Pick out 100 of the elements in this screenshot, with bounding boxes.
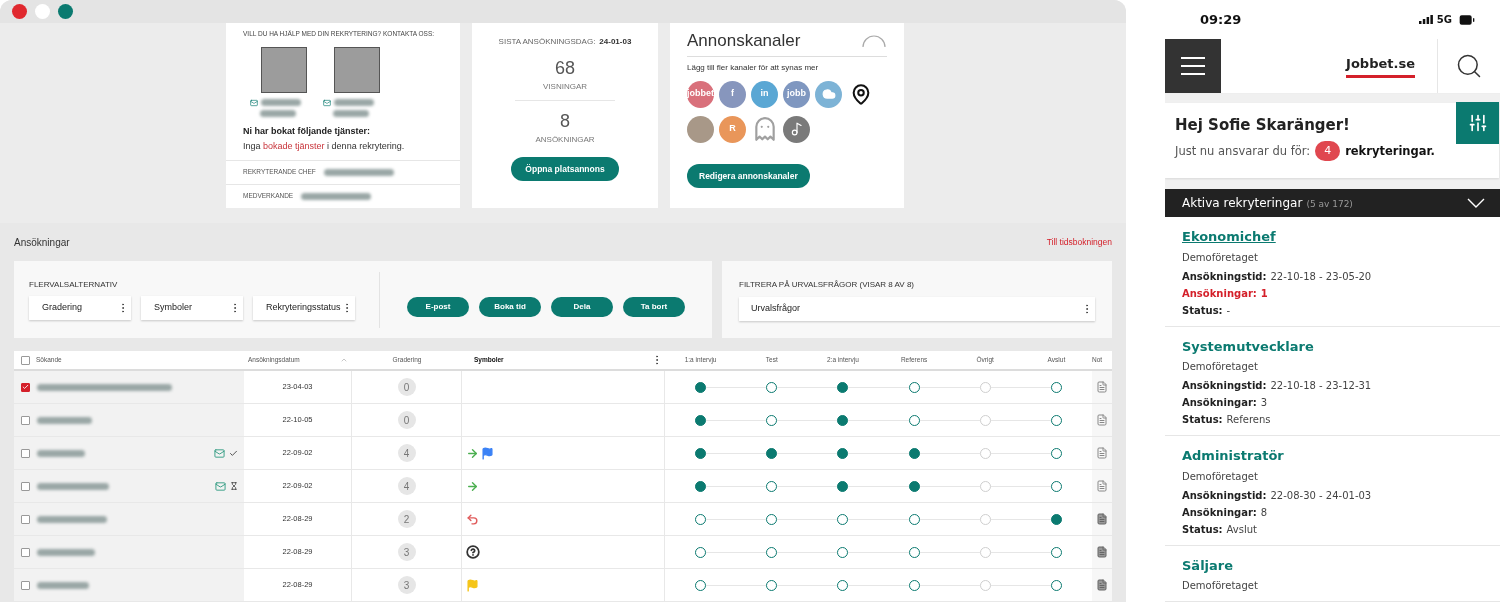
stat-label: VISNINGAR [543, 81, 587, 93]
section-label: FLERVALSALTERNATIV [29, 279, 119, 291]
grade-badge: 0 [397, 411, 416, 429]
list-count: (5 av 172) [1306, 197, 1353, 211]
blurred-text [260, 109, 296, 117]
row-checkbox[interactable] [21, 580, 30, 590]
mail-icon [250, 98, 258, 107]
field-label: Ansökningar: [1182, 505, 1257, 520]
menu-icon [1181, 56, 1205, 75]
maximize-window-button[interactable] [58, 4, 73, 19]
field-value: Referens [1226, 413, 1271, 427]
network-label: 5G [1436, 13, 1452, 27]
select-all-checkbox[interactable] [21, 355, 30, 365]
note-icon[interactable] [1096, 579, 1108, 591]
chevron-down-icon [1467, 197, 1485, 208]
field-label: Status: [1182, 303, 1223, 318]
count-badge: 4 [1315, 141, 1341, 162]
action-button[interactable]: Dela [551, 296, 613, 317]
photo-placeholder [334, 46, 380, 93]
action-button[interactable]: Ta bort [623, 296, 685, 317]
blurred-text [261, 99, 301, 107]
list-title: Aktiva rekryteringar [1182, 194, 1303, 212]
photo-placeholder[interactable] [687, 115, 714, 143]
greeting-text: Just nu ansvarar du för: [1175, 142, 1311, 160]
card-title: Annonskanaler [687, 30, 801, 52]
row-checkbox[interactable] [21, 415, 30, 425]
booking-link[interactable]: Till tidsbokningen [1046, 235, 1112, 249]
sliders-icon [1467, 112, 1488, 133]
stat-label: ANSÖKNINGAR [535, 134, 595, 146]
blurred-text [37, 416, 92, 424]
questions-dropdown[interactable]: Urvalsfrågor [739, 296, 1095, 321]
grade-badge: 2 [397, 510, 416, 528]
action-button[interactable]: E-post [407, 296, 469, 317]
section-label: FILTRERA PÅ URVALSFRÅGOR (VISAR 8 AV 8) [739, 278, 915, 291]
field-value: 22-10-18 - 23-12-31 [1270, 379, 1372, 393]
field-label: Status: [1182, 522, 1223, 537]
edit-channels-button[interactable]: Redigera annonskanaler [687, 164, 810, 188]
site-logo[interactable]: Jobbet.se [1346, 53, 1415, 79]
field-label: Ansökningar: [1182, 396, 1257, 410]
company-name: Demoföretaget [1182, 469, 1259, 484]
dropdown[interactable]: Rekryteringsstatus [253, 296, 355, 320]
greeting-suffix: rekryteringar. [1345, 142, 1435, 160]
action-button[interactable]: Boka tid [479, 296, 541, 317]
note-icon[interactable] [1096, 381, 1108, 393]
cloud-glyph-icon [821, 87, 836, 101]
greeting-title: Hej Sofie Skaränger! [1175, 114, 1350, 136]
filter-settings-button[interactable] [1456, 101, 1499, 144]
grade-badge: 3 [397, 543, 416, 561]
blurred-text [333, 109, 369, 117]
blurred-text [37, 581, 89, 589]
recruitment-title[interactable]: Säljare [1182, 555, 1234, 575]
field-value: 22-10-18 - 23-05-20 [1270, 269, 1372, 284]
grade-badge: 3 [397, 576, 416, 594]
gauge-icon [861, 34, 887, 47]
dropdown[interactable]: Symboler [141, 296, 243, 320]
field-label: Ansökningstid: [1182, 269, 1267, 284]
note-icon[interactable] [1096, 414, 1108, 426]
recruitment-title[interactable]: Administratör [1182, 446, 1284, 466]
recruitment-title[interactable]: Systemutvecklare [1182, 336, 1314, 356]
note-icon[interactable] [1096, 546, 1108, 558]
services-text: Inga bokade tjänster i denna rekrytering. [243, 140, 406, 154]
row-checkbox[interactable] [21, 514, 30, 524]
blurred-text [37, 548, 95, 556]
field-label: Ansökningstid: [1182, 488, 1267, 503]
field-value: 8 [1260, 505, 1268, 520]
field-value: Avslut [1226, 522, 1257, 537]
close-window-button[interactable] [12, 4, 27, 19]
note-icon[interactable] [1096, 480, 1108, 492]
blurred-text [37, 449, 85, 457]
section-title: Ansökningar [14, 235, 70, 250]
signal-icon [1418, 15, 1433, 24]
deadline-date: 24-01-03 [599, 36, 632, 48]
recruitment-title[interactable]: Ekonomichef [1182, 227, 1276, 247]
row-checkbox[interactable] [21, 448, 30, 458]
checkmark-icon [22, 383, 29, 391]
stat-value: 8 [560, 111, 570, 131]
mail-icon [323, 98, 331, 107]
row-checkbox[interactable] [21, 481, 30, 491]
music-note-icon[interactable] [783, 115, 810, 143]
photo-placeholder [261, 46, 307, 93]
deadline-label: SISTA ANSÖKNINGSDAG: [498, 36, 596, 48]
blurred-text [37, 482, 109, 490]
blurred-text [334, 99, 374, 107]
services-link[interactable]: bokade tjänster [263, 141, 325, 152]
stat-value: 68 [555, 58, 575, 78]
open-ad-button[interactable]: Öppna platsannons [511, 157, 619, 181]
row-checkbox[interactable] [21, 382, 30, 392]
note-icon[interactable] [1096, 447, 1108, 459]
list-header-bar[interactable]: Aktiva rekryteringar (5 av 172) [1165, 188, 1500, 217]
field-label: Ansökningar: [1182, 286, 1257, 301]
services-heading: Ni har bokat följande tjänster: [243, 124, 372, 138]
company-name: Demoföretaget [1182, 579, 1259, 593]
dropdown[interactable]: Gradering [29, 296, 131, 320]
note-icon[interactable] [1096, 513, 1108, 525]
channels-hint: Lägg till fler kanaler för att synas mer [687, 61, 820, 74]
sort-caret-icon [340, 356, 348, 364]
row-checkbox[interactable] [21, 547, 30, 557]
cloud-icon[interactable] [815, 80, 842, 108]
menu-button[interactable] [1165, 39, 1221, 93]
check-icon [229, 448, 238, 458]
